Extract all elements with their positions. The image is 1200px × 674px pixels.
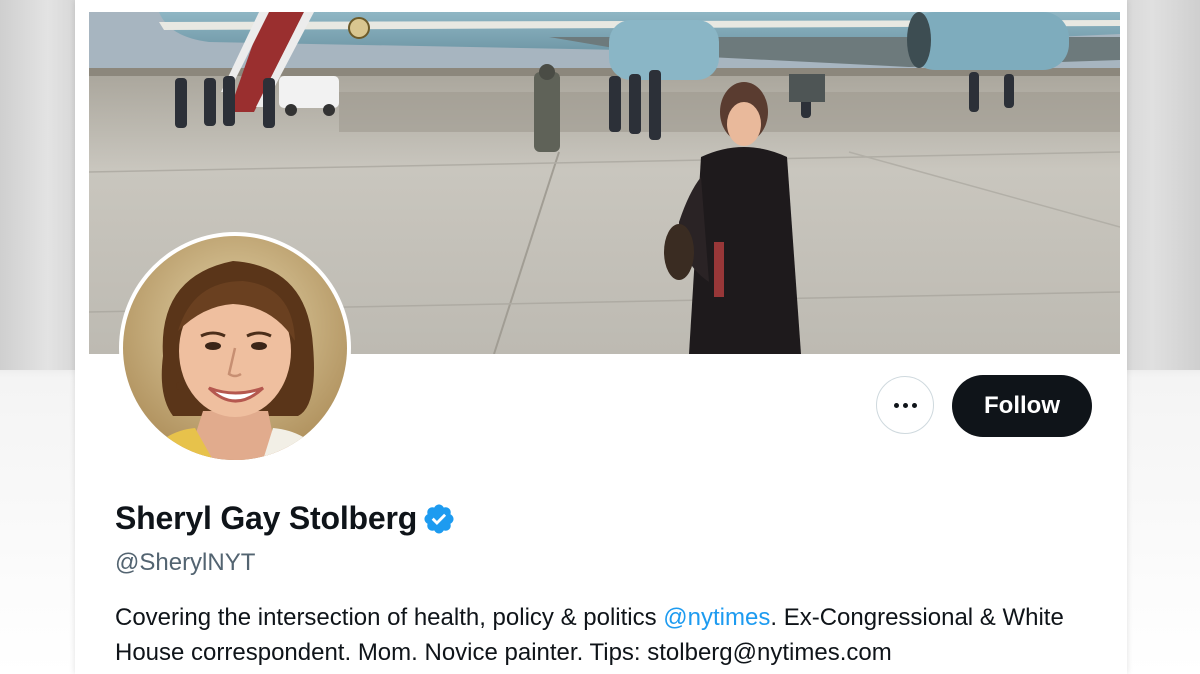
display-name: Sheryl Gay Stolberg: [115, 500, 418, 536]
profile-card: Follow Sheryl Gay Stolberg @SherylNYT Co…: [75, 0, 1127, 674]
bio-text: Covering the intersection of health, pol…: [115, 604, 664, 631]
user-handle: @SherylNYT: [115, 549, 256, 576]
name-row: Sheryl Gay Stolberg: [115, 500, 456, 537]
more-options-icon: [893, 402, 917, 408]
follow-button[interactable]: Follow: [952, 375, 1092, 437]
more-options-button[interactable]: [876, 376, 934, 434]
profile-bio: Covering the intersection of health, pol…: [115, 600, 1115, 670]
profile-avatar[interactable]: [119, 232, 351, 464]
verified-badge-icon[interactable]: [422, 502, 456, 536]
bio-mention-link[interactable]: @nytimes: [663, 604, 770, 631]
